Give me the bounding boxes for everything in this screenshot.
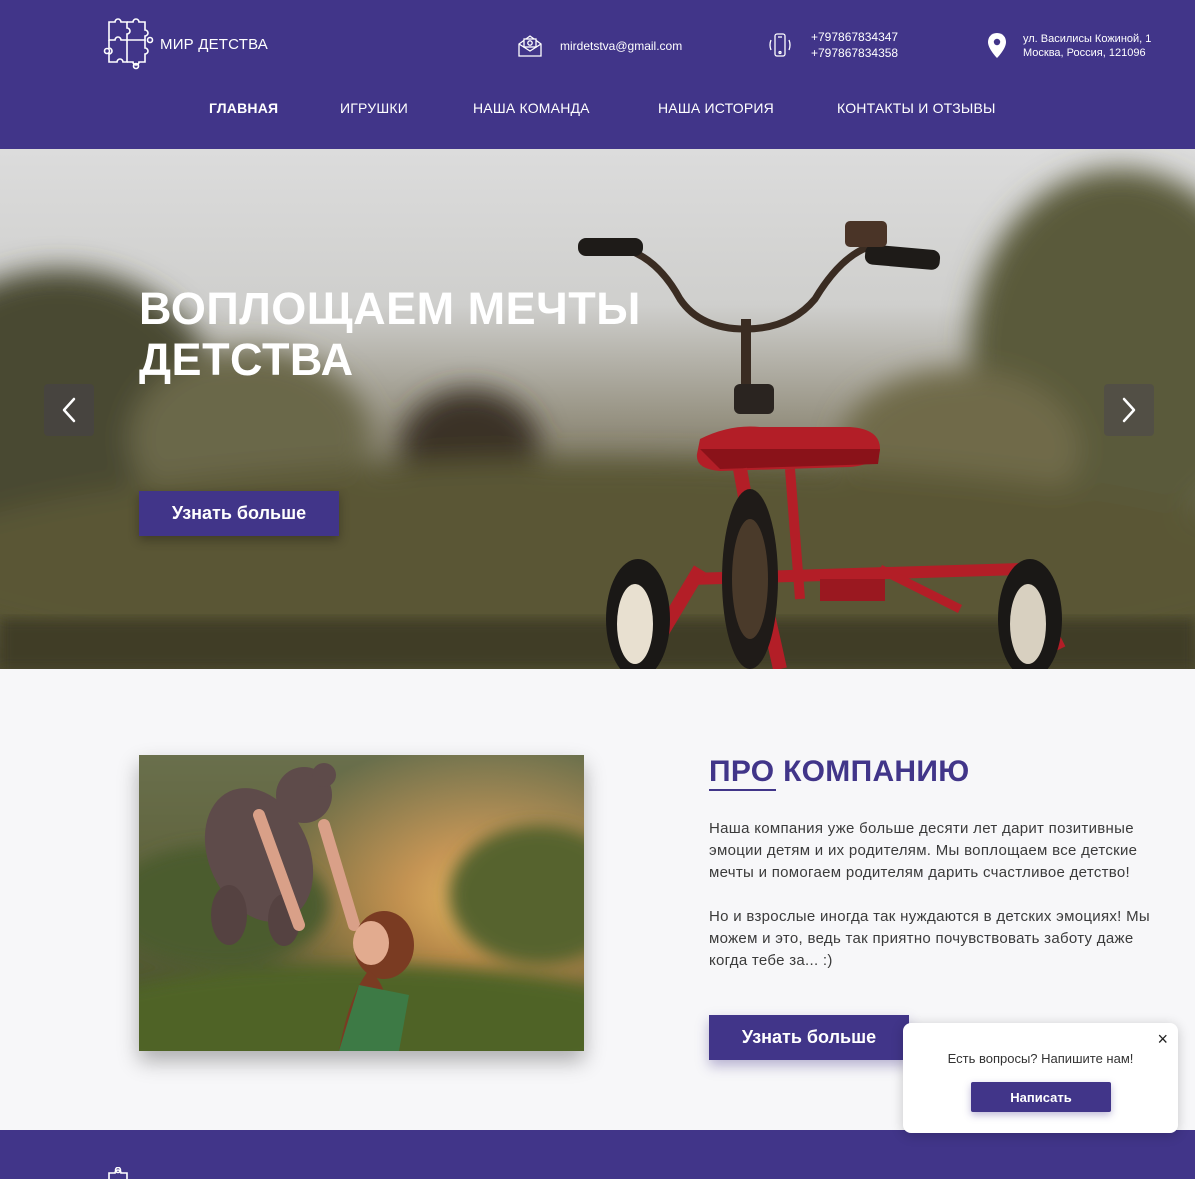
- phone-number: +797867834358: [811, 46, 899, 60]
- puzzle-icon: [103, 18, 154, 70]
- close-icon[interactable]: ×: [1157, 1029, 1168, 1050]
- phone-number: +797867834347: [811, 30, 899, 44]
- about-paragraph: Наша компания уже больше десяти лет дари…: [709, 820, 1138, 881]
- phone-icon: [767, 30, 793, 60]
- chevron-left-icon: [62, 397, 76, 423]
- title-underline: [709, 789, 776, 791]
- address-line: Москва, Россия, 121096: [1023, 47, 1146, 59]
- slider-prev-button[interactable]: [44, 384, 94, 436]
- hero-title-line: ВОПЛОЩАЕМ МЕЧТЫ: [139, 283, 641, 334]
- about-paragraph: Но и взрослые иногда так нуждаются в дет…: [709, 908, 1150, 969]
- nav-item-history[interactable]: НАША ИСТОРИЯ: [658, 100, 774, 116]
- about-title: ПРО КОМПАНИЮ: [709, 755, 970, 791]
- nav-item-contacts[interactable]: КОНТАКТЫ И ОТЗЫВЫ: [837, 100, 996, 116]
- about-girl-teddy-image: [139, 755, 584, 1051]
- hero-title-line: ДЕТСТВА: [139, 334, 354, 385]
- chat-write-button[interactable]: Написать: [971, 1082, 1111, 1112]
- nav-item-home[interactable]: ГЛАВНАЯ: [209, 100, 278, 116]
- main-nav: ГЛАВНАЯ ИГРУШКИ НАША КОМАНДА НАША ИСТОРИ…: [0, 100, 1195, 122]
- puzzle-icon: [108, 1167, 128, 1179]
- map-pin-icon: [986, 32, 1008, 60]
- logo[interactable]: МИР ДЕТСТВА: [103, 18, 268, 70]
- chevron-right-icon: [1122, 397, 1136, 423]
- hero-title: ВОПЛОЩАЕМ МЕЧТЫ ДЕТСТВА: [139, 283, 759, 385]
- contact-email[interactable]: mirdetstva@gmail.com: [517, 33, 682, 59]
- hero-slider: ВОПЛОЩАЕМ МЕЧТЫ ДЕТСТВА Узнать больше: [0, 149, 1195, 669]
- contact-address[interactable]: ул. Василисы Кожиной, 1 Москва, Россия, …: [986, 32, 1151, 60]
- site-footer: [0, 1130, 1195, 1179]
- envelope-icon: [517, 33, 543, 59]
- nav-item-toys[interactable]: ИГРУШКИ: [340, 100, 408, 116]
- about-title-part: КОМПАНИЮ: [783, 755, 970, 788]
- email-text: mirdetstva@gmail.com: [560, 39, 683, 53]
- contact-phone[interactable]: +797867834347 +797867834358: [767, 29, 898, 61]
- chat-prompt: Есть вопросы? Напишите нам!: [947, 1051, 1134, 1066]
- about-learn-more-button[interactable]: Узнать больше: [709, 1015, 909, 1060]
- nav-item-team[interactable]: НАША КОМАНДА: [473, 100, 590, 116]
- chat-popup: × Есть вопросы? Напишите нам! Написать: [903, 1023, 1178, 1133]
- hero-learn-more-button[interactable]: Узнать больше: [139, 491, 339, 536]
- about-title-part: ПРО: [709, 755, 775, 788]
- about-text: Наша компания уже больше десяти лет дари…: [709, 818, 1159, 972]
- brand-name: МИР ДЕТСТВА: [160, 35, 268, 53]
- hero-tricycle-image: [0, 169, 1195, 669]
- slider-next-button[interactable]: [1104, 384, 1154, 436]
- site-header: МИР ДЕТСТВА mirdetstva@gmail.com +797867…: [0, 0, 1195, 149]
- address-line: ул. Василисы Кожиной, 1: [1023, 33, 1152, 45]
